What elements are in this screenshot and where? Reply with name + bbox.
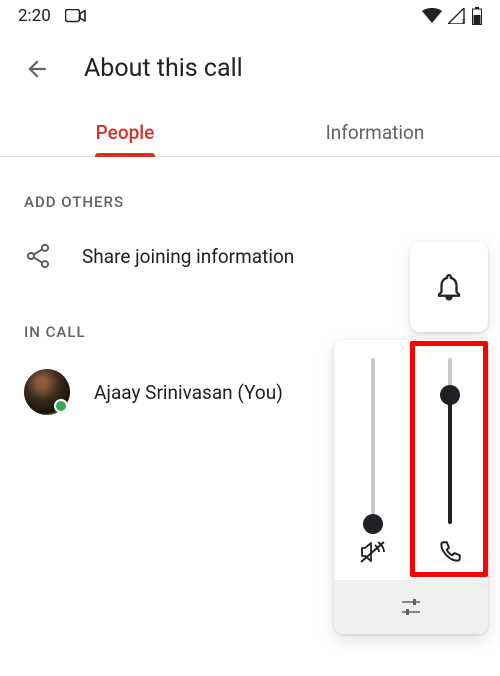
media-muted-icon[interactable] bbox=[359, 538, 387, 566]
tab-information[interactable]: Information bbox=[250, 105, 500, 156]
back-icon[interactable] bbox=[24, 56, 50, 82]
section-add-others: ADD OTHERS bbox=[0, 157, 500, 225]
presence-active-icon bbox=[54, 399, 68, 413]
ring-mode-button[interactable] bbox=[410, 242, 488, 332]
status-right: x bbox=[422, 7, 482, 25]
share-icon bbox=[24, 241, 52, 271]
slider-thumb[interactable] bbox=[363, 514, 383, 534]
share-label: Share joining information bbox=[82, 245, 294, 268]
tab-people-label: People bbox=[96, 121, 155, 144]
camera-icon bbox=[65, 9, 87, 23]
svg-text:x: x bbox=[462, 17, 466, 24]
status-left: 2:20 bbox=[18, 6, 87, 26]
media-volume-slider[interactable] bbox=[334, 340, 411, 580]
page-title: About this call bbox=[84, 54, 243, 83]
tab-people[interactable]: People bbox=[0, 105, 250, 156]
bell-icon bbox=[434, 272, 464, 302]
sliders-settings-icon bbox=[399, 596, 423, 618]
call-volume-slider[interactable] bbox=[411, 340, 488, 580]
slider-thumb[interactable] bbox=[440, 385, 460, 405]
tab-information-label: Information bbox=[326, 121, 425, 144]
volume-panel bbox=[334, 340, 488, 634]
header: About this call bbox=[0, 32, 500, 105]
sound-settings-button[interactable] bbox=[334, 580, 488, 634]
phone-icon[interactable] bbox=[437, 538, 463, 566]
battery-icon bbox=[472, 7, 482, 25]
slider-fill bbox=[448, 395, 452, 524]
clock: 2:20 bbox=[18, 6, 51, 26]
sliders-row bbox=[334, 340, 488, 580]
tab-indicator bbox=[95, 153, 155, 157]
status-bar: 2:20 x bbox=[0, 0, 500, 32]
avatar bbox=[24, 369, 70, 415]
tabs: People Information bbox=[0, 105, 500, 157]
wifi-icon bbox=[422, 8, 442, 24]
participant-name: Ajaay Srinivasan (You) bbox=[94, 381, 283, 404]
signal-icon: x bbox=[448, 8, 466, 24]
slider-track bbox=[371, 358, 375, 524]
